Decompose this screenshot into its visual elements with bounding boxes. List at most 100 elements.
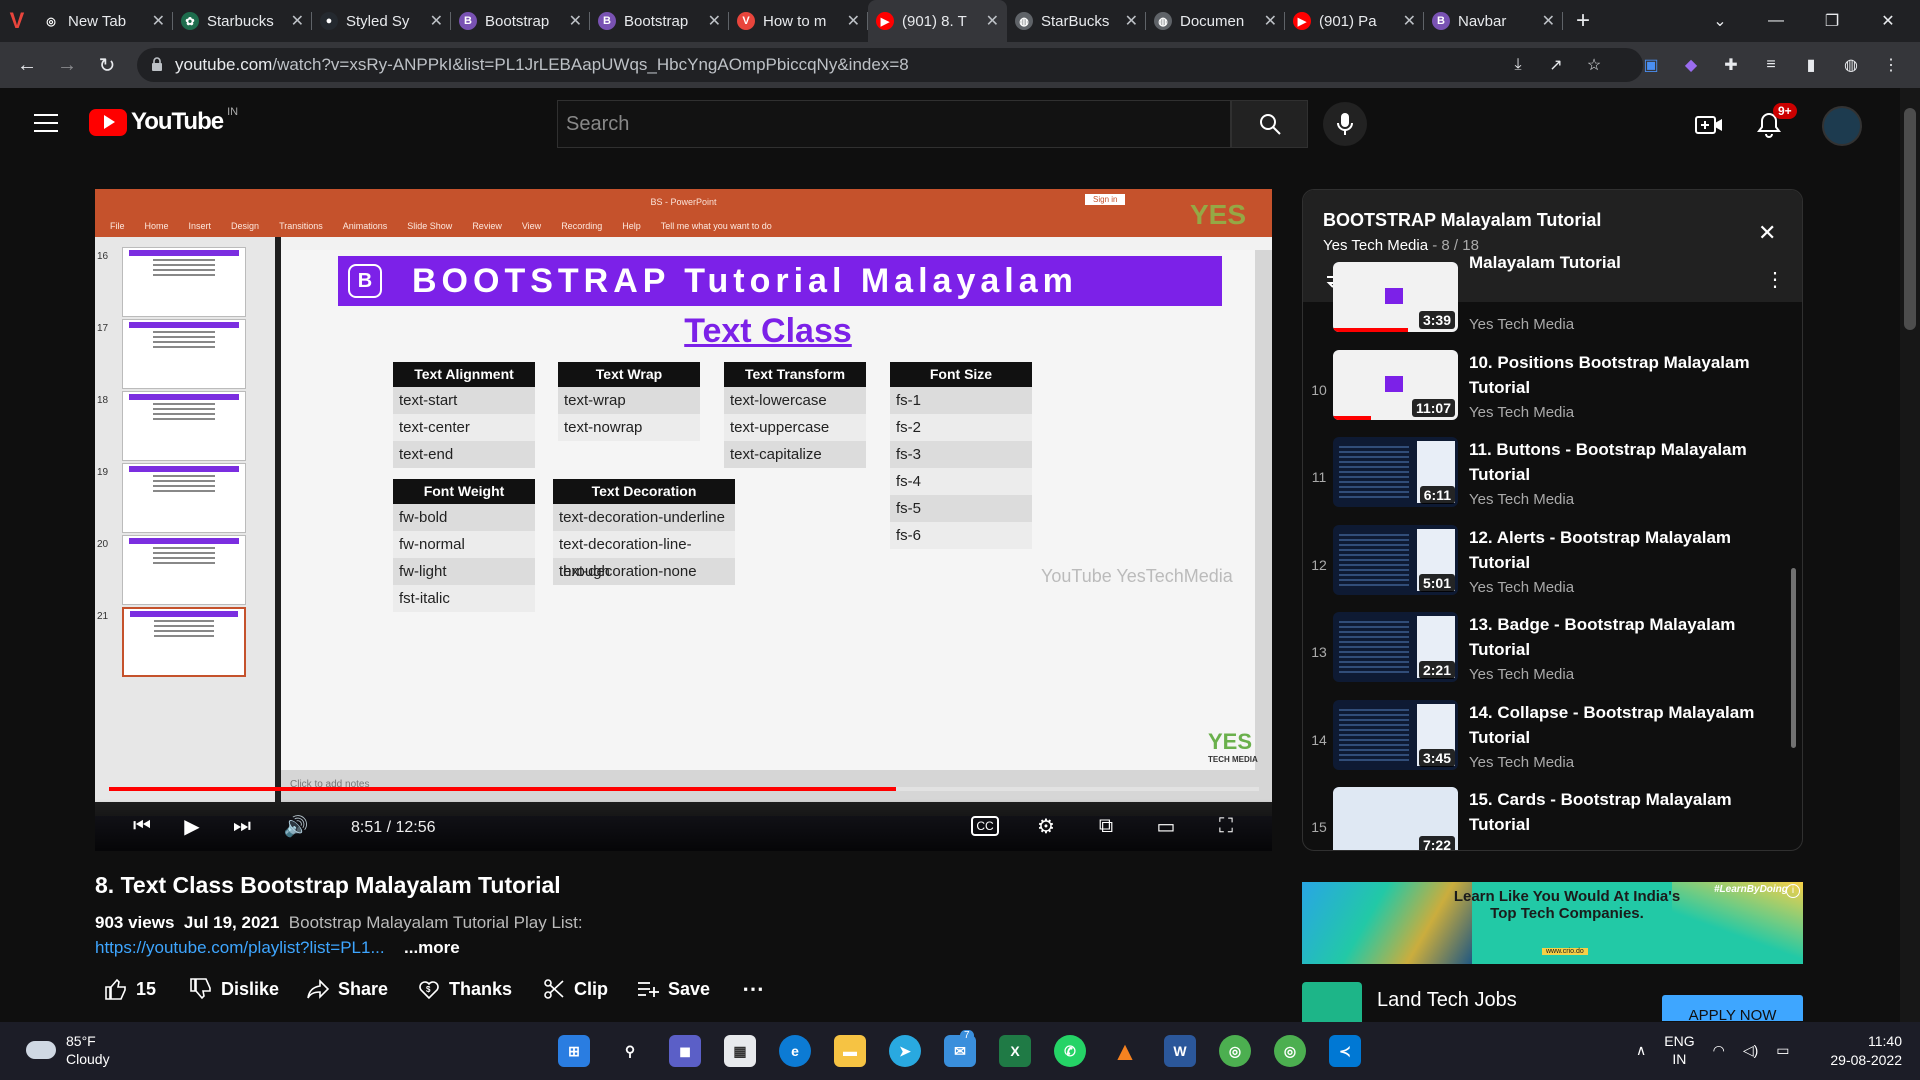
wifi-icon[interactable]: ◠ [1713, 1042, 1725, 1059]
install-app-icon[interactable]: ⤓ [1507, 54, 1529, 76]
account-avatar[interactable] [1822, 106, 1862, 146]
tab-close-icon[interactable]: ✕ [708, 11, 721, 31]
next-icon[interactable]: ⏭ [227, 813, 257, 839]
playlist-item-channel[interactable]: Yes Tech Media [1469, 754, 1574, 771]
tab-close-icon[interactable]: ✕ [291, 11, 304, 31]
side-panel-icon[interactable]: ▮ [1800, 54, 1822, 76]
miniplayer-icon[interactable]: ⧉ [1091, 813, 1121, 839]
bookmark-star-icon[interactable]: ☆ [1583, 54, 1605, 76]
playlist-item-thumbnail[interactable]: 3:39 [1333, 262, 1458, 332]
progress-bar[interactable] [109, 787, 1259, 791]
microsoft-store-icon[interactable]: ▦ [724, 1035, 756, 1067]
playlist-item-channel[interactable]: Yes Tech Media [1469, 316, 1574, 333]
reload-icon[interactable]: ↻ [92, 50, 122, 80]
search-button[interactable] [1231, 100, 1308, 148]
browser-tab[interactable]: ◎ New Tab ✕ [34, 0, 173, 42]
playlist-item-title[interactable]: 11. Buttons - Bootstrap Malayalam Tutori… [1469, 437, 1769, 487]
playlist-item[interactable]: 15 7:22 15. Cards - Bootstrap Malayalam Tu… [1303, 787, 1783, 850]
thanks-button[interactable]: $ Thanks [417, 976, 512, 1002]
browser-tab[interactable]: ▶ (901) Pa ✕ [1285, 0, 1424, 42]
fullscreen-icon[interactable]: ⛶ [1211, 813, 1241, 839]
windows-start-icon[interactable]: ⊞ [558, 1035, 590, 1067]
playlist-item-channel[interactable]: Yes Tech Media [1469, 404, 1574, 421]
browser-menu-icon[interactable]: ⋮ [1880, 54, 1902, 76]
playlist-scrollbar[interactable] [1791, 568, 1796, 748]
telegram-icon[interactable]: ➤ [889, 1035, 921, 1067]
create-video-icon[interactable] [1694, 110, 1724, 140]
playlist-item[interactable]: 3:39 Malayalam Tutorial Yes Tech Media [1303, 253, 1783, 348]
playlist-item[interactable]: 14 3:45 14. Collapse - Bootstrap Malayalam… [1303, 699, 1783, 786]
tab-close-icon[interactable]: ✕ [1403, 11, 1416, 31]
hamburger-menu-icon[interactable] [34, 114, 58, 138]
tab-close-icon[interactable]: ✕ [569, 11, 582, 31]
ad-info-icon[interactable]: i [1786, 884, 1800, 898]
playlist-item-thumbnail[interactable]: 2:21 [1333, 612, 1458, 682]
apply-now-button[interactable]: APPLY NOW [1662, 995, 1803, 1021]
share-button[interactable]: Share [306, 976, 388, 1002]
input-language[interactable]: ENG IN [1664, 1032, 1694, 1068]
playlist-item[interactable]: 12 5:01 12. Alerts - Bootstrap Malayalam T… [1303, 524, 1783, 611]
search-taskbar-icon[interactable]: ⚲ [614, 1035, 646, 1067]
playlist-item-channel[interactable]: Yes Tech Media [1469, 579, 1574, 596]
browser-tab[interactable]: ◍ StarBucks ✕ [1007, 0, 1146, 42]
theater-mode-icon[interactable]: ▭ [1151, 813, 1181, 839]
forward-icon[interactable]: → [52, 50, 82, 80]
search-input[interactable]: Search [557, 100, 1231, 148]
voice-search-button[interactable] [1323, 102, 1367, 146]
captions-icon[interactable]: CC [971, 816, 999, 836]
playlist-item[interactable]: 10 11:07 10. Positions Bootstrap Malayalam… [1303, 349, 1783, 436]
ad-banner[interactable]: Learn Like You Would At India's Top Tech… [1302, 882, 1803, 964]
previous-icon[interactable]: ⏮ [127, 813, 157, 839]
battery-icon[interactable]: ▭ [1776, 1042, 1789, 1059]
restore-button[interactable]: ❐ [1804, 0, 1860, 42]
lock-icon[interactable] [151, 57, 163, 71]
speaker-icon[interactable]: ◁) [1743, 1042, 1758, 1059]
tab-close-icon[interactable]: ✕ [986, 11, 999, 31]
edge-browser-icon[interactable]: e [779, 1035, 811, 1067]
browser-tab[interactable]: B Bootstrap ✕ [590, 0, 729, 42]
dislike-button[interactable]: Dislike [189, 976, 279, 1002]
tab-close-icon[interactable]: ✕ [430, 11, 443, 31]
extension-icon[interactable]: ◆ [1680, 54, 1702, 76]
youtube-logo[interactable]: YouTube IN [89, 106, 238, 136]
playlist-item-title[interactable]: 12. Alerts - Bootstrap Malayalam Tutoria… [1469, 525, 1769, 575]
playlist-item-channel[interactable]: Yes Tech Media [1469, 666, 1574, 683]
playlist-item-title[interactable]: 10. Positions Bootstrap Malayalam Tutori… [1469, 350, 1769, 400]
playlist-title[interactable]: BOOTSTRAP Malayalam Tutorial [1323, 210, 1601, 231]
playlist-item-title[interactable]: 13. Badge - Bootstrap Malayalam Tutorial [1469, 612, 1769, 662]
volume-icon[interactable]: 🔊 [281, 813, 311, 839]
browser-tab[interactable]: ◍ Documen ✕ [1146, 0, 1285, 42]
page-scrollbar-thumb[interactable] [1904, 108, 1916, 330]
playlist-item-title[interactable]: 15. Cards - Bootstrap Malayalam Tutorial [1469, 787, 1769, 837]
settings-gear-icon[interactable]: ⚙ [1031, 813, 1061, 839]
extensions-puzzle-icon[interactable]: ✚ [1720, 54, 1742, 76]
address-bar[interactable]: youtube.com/watch?v=xsRy-ANPPkI&list=PL1… [137, 48, 1643, 82]
tab-close-icon[interactable]: ✕ [1125, 11, 1138, 31]
minimize-button[interactable]: — [1748, 0, 1804, 42]
clock[interactable]: 11:40 29-08-2022 [1826, 1032, 1902, 1070]
browser-tab[interactable]: ● Styled Sy ✕ [312, 0, 451, 42]
teams-chat-icon[interactable]: ◼ [669, 1035, 701, 1067]
playlist-item[interactable]: 13 2:21 13. Badge - Bootstrap Malayalam Tu… [1303, 612, 1783, 698]
excel-icon[interactable]: X [999, 1035, 1031, 1067]
new-tab-button[interactable]: + [1563, 7, 1603, 35]
clip-button[interactable]: Clip [542, 976, 608, 1002]
tab-close-icon[interactable]: ✕ [847, 11, 860, 31]
playlist-item[interactable]: 11 6:11 11. Buttons - Bootstrap Malayalam … [1303, 437, 1783, 523]
playlist-item-title[interactable]: 14. Collapse - Bootstrap Malayalam Tutor… [1469, 700, 1769, 750]
close-window-button[interactable]: ✕ [1860, 0, 1916, 42]
tab-close-icon[interactable]: ✕ [1264, 11, 1277, 31]
weather-widget[interactable]: 85°F Cloudy [26, 1032, 110, 1068]
save-button[interactable]: Save [636, 976, 710, 1002]
translate-extension-icon[interactable]: ▣ [1640, 54, 1662, 76]
playlist-item-channel[interactable]: Yes Tech Media [1469, 491, 1574, 508]
tab-close-icon[interactable]: ✕ [1542, 11, 1555, 31]
playlist-item-thumbnail[interactable]: 3:45 [1333, 699, 1458, 770]
vscode-icon[interactable]: ≺ [1329, 1035, 1361, 1067]
playlist-item-thumbnail[interactable]: 7:22 [1333, 787, 1458, 850]
show-more-button[interactable]: ...more [404, 938, 460, 958]
video-player[interactable]: BS - PowerPoint File Home Insert Design Tran… [95, 189, 1272, 851]
browser-tab[interactable]: ✿ Starbucks ✕ [173, 0, 312, 42]
close-playlist-icon[interactable]: ✕ [1758, 220, 1776, 246]
back-icon[interactable]: ← [12, 50, 42, 80]
